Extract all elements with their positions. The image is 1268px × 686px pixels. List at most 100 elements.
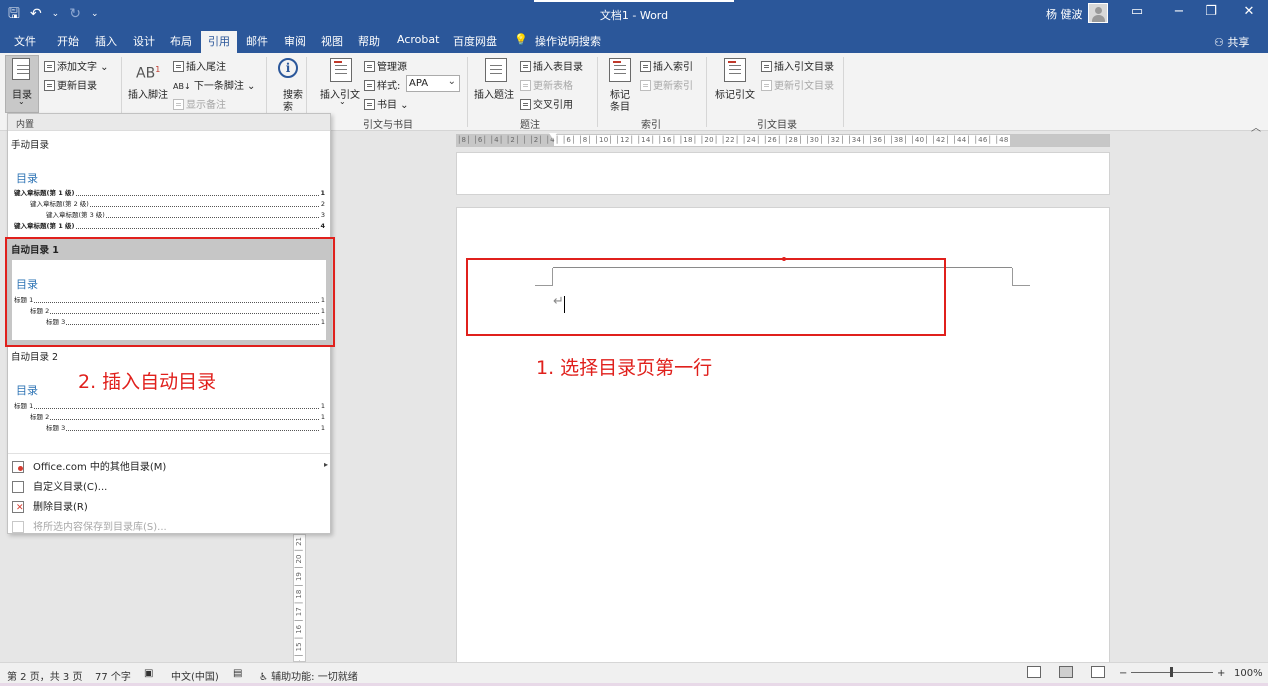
cross-reference-button[interactable]: 交叉引用: [520, 96, 573, 111]
restore-button[interactable]: ❐: [1196, 4, 1226, 19]
more-toc-from-office-item[interactable]: Office.com 中的其他目录(M): [12, 458, 166, 473]
insert-index-button[interactable]: 插入索引: [640, 58, 693, 73]
minimize-button[interactable]: −: [1164, 4, 1194, 19]
manual-toc-line[interactable]: 键入章标题(第 1 级) 4: [14, 221, 325, 231]
toc-line-text: 键入章标题(第 2 级): [30, 200, 90, 208]
toc-line-page: 2: [319, 199, 325, 209]
gallery-header-label: 内置: [16, 120, 35, 130]
tab-references[interactable]: 引用: [201, 31, 237, 53]
citation-dropdown-icon: ⌄: [339, 97, 346, 106]
print-layout-button[interactable]: [1059, 666, 1073, 678]
tab-mailings[interactable]: 邮件: [246, 33, 268, 49]
remove-toc-label: 删除目录(R): [33, 502, 88, 513]
ribbon-display-options-icon[interactable]: ▭: [1122, 4, 1152, 19]
proofing-icon[interactable]: ▣: [144, 668, 153, 679]
custom-toc-item[interactable]: 自定义目录(C)...: [12, 478, 107, 493]
citation-style-select[interactable]: APA: [406, 74, 460, 92]
toc-line-page: 1: [319, 188, 325, 198]
user-name[interactable]: 杨 健波: [1046, 6, 1083, 22]
accessibility-status[interactable]: ♿ 辅助功能: 一切就绪: [259, 668, 358, 683]
remove-toc-item[interactable]: 删除目录(R): [12, 498, 88, 513]
update-index-icon: [640, 80, 651, 91]
tab-view[interactable]: 视图: [321, 33, 343, 49]
tab-insert[interactable]: 插入: [95, 33, 117, 49]
vertical-ruler[interactable]: 12 │ 13 │ 14 │ 15 │ 16 │ 17 │ 18 │ 19 │ …: [293, 534, 306, 662]
zoom-level[interactable]: 100%: [1234, 668, 1263, 679]
search-icon: i: [278, 58, 298, 78]
annotation-step-2: 2. 插入自动目录: [78, 371, 217, 393]
tell-me-search[interactable]: 操作说明搜索: [535, 33, 601, 49]
update-index-button: 更新索引: [640, 77, 693, 92]
manual-toc-line[interactable]: 键入章标题(第 2 级) 2: [30, 199, 325, 209]
toc-icon: [12, 58, 30, 80]
authorities-group-label: 引文目录: [757, 120, 797, 131]
zoom-slider-thumb[interactable]: [1170, 667, 1173, 677]
auto-toc-2-label[interactable]: 自动目录 2: [11, 349, 58, 363]
manual-toc-label: 手动目录: [11, 140, 50, 151]
tab-layout[interactable]: 布局: [170, 33, 192, 49]
footnote-icon: AB1: [136, 65, 161, 82]
manual-toc-line[interactable]: 键入章标题(第 3 级) 3: [46, 210, 325, 220]
vertical-ruler-numbers: 12 │ 13 │ 14 │ 15 │ 16 │ 17 │ 18 │ 19 │ …: [295, 537, 303, 662]
insert-citation-icon: [330, 58, 352, 82]
bibliography-button[interactable]: 书目 ⌄: [364, 96, 409, 111]
read-mode-button[interactable]: [1027, 666, 1041, 678]
save-selection-to-gallery-item: 将所选内容保存到目录库(S)...: [12, 518, 167, 533]
tab-file[interactable]: 文件: [14, 33, 36, 49]
lightbulb-icon[interactable]: 💡: [514, 33, 528, 46]
page-1[interactable]: [456, 152, 1110, 195]
auto-toc-2-line[interactable]: 标题 1 1: [14, 401, 325, 411]
auto-toc-2-preview-title: 目录: [16, 384, 38, 397]
insert-caption-button[interactable]: 插入题注: [474, 86, 514, 101]
toc-line-page: 1: [319, 412, 325, 422]
insert-table-of-figures-button[interactable]: 插入表目录: [520, 58, 583, 73]
manage-sources-button[interactable]: 管理源: [364, 58, 407, 73]
insert-footnote-button[interactable]: 插入脚注: [128, 86, 168, 101]
mark-citation-button[interactable]: 标记引文: [715, 86, 755, 101]
style-icon: [364, 80, 375, 91]
update-toc-button[interactable]: 更新目录: [44, 77, 97, 92]
language[interactable]: 中文(中国): [171, 668, 219, 683]
toc-line-text: 标题 3: [46, 424, 67, 432]
tab-acrobat[interactable]: Acrobat: [397, 33, 439, 46]
tab-home[interactable]: 开始: [57, 33, 79, 49]
next-footnote-label: 下一条脚注: [193, 81, 244, 92]
collapse-ribbon-icon[interactable]: ︿: [1251, 119, 1261, 134]
annotation-step-1: 1. 选择目录页第一行: [536, 357, 713, 379]
avatar[interactable]: [1088, 3, 1108, 23]
macro-icon[interactable]: ▤: [233, 668, 242, 679]
insert-endnote-button[interactable]: 插入尾注: [173, 58, 226, 73]
add-text-button[interactable]: 添加文字 ⌄: [44, 58, 109, 73]
toc-line-text: 标题 1: [14, 402, 35, 410]
insert-toa-button[interactable]: 插入引文目录: [761, 58, 834, 73]
citations-group-label: 引文与书目: [363, 120, 413, 131]
captions-group-label: 题注: [520, 120, 540, 131]
auto-toc-2-line[interactable]: 标题 2 1: [30, 412, 325, 422]
insert-toa-label: 插入引文目录: [774, 62, 834, 73]
next-footnote-button[interactable]: AB↓ 下一条脚注 ⌄: [173, 77, 255, 92]
share-label: 共享: [1227, 36, 1250, 49]
remove-toc-icon: [12, 501, 24, 513]
tab-help[interactable]: 帮助: [358, 33, 380, 49]
close-button[interactable]: ✕: [1234, 4, 1264, 19]
show-notes-label: 显示备注: [186, 100, 226, 111]
toc-line-text: 键入章标题(第 1 级): [14, 222, 76, 230]
indent-marker[interactable]: [549, 133, 557, 153]
web-layout-button[interactable]: [1091, 666, 1105, 678]
search-button-second-line: 索: [283, 102, 293, 113]
zoom-out-button[interactable]: −: [1119, 668, 1127, 679]
tab-baidu-netdisk[interactable]: 百度网盘: [453, 33, 497, 49]
ruler-right-margin: [1010, 135, 1109, 146]
toc-line-text: 标题 2: [30, 307, 51, 315]
tab-review[interactable]: 审阅: [284, 33, 306, 49]
group-divider: [843, 57, 844, 127]
tab-design[interactable]: 设计: [133, 33, 155, 49]
zoom-in-button[interactable]: +: [1217, 668, 1225, 679]
save-selection-label: 将所选内容保存到目录库(S)...: [33, 522, 167, 533]
manual-toc-line[interactable]: 键入章标题(第 1 级) 1: [14, 188, 325, 198]
auto-toc-2-line[interactable]: 标题 3 1: [46, 423, 325, 433]
share-button[interactable]: ⚇ 共享: [1214, 34, 1249, 50]
insert-index-icon: [640, 61, 651, 72]
word-count[interactable]: 77 个字: [95, 668, 131, 683]
page-count[interactable]: 第 2 页，共 3 页: [7, 668, 82, 683]
